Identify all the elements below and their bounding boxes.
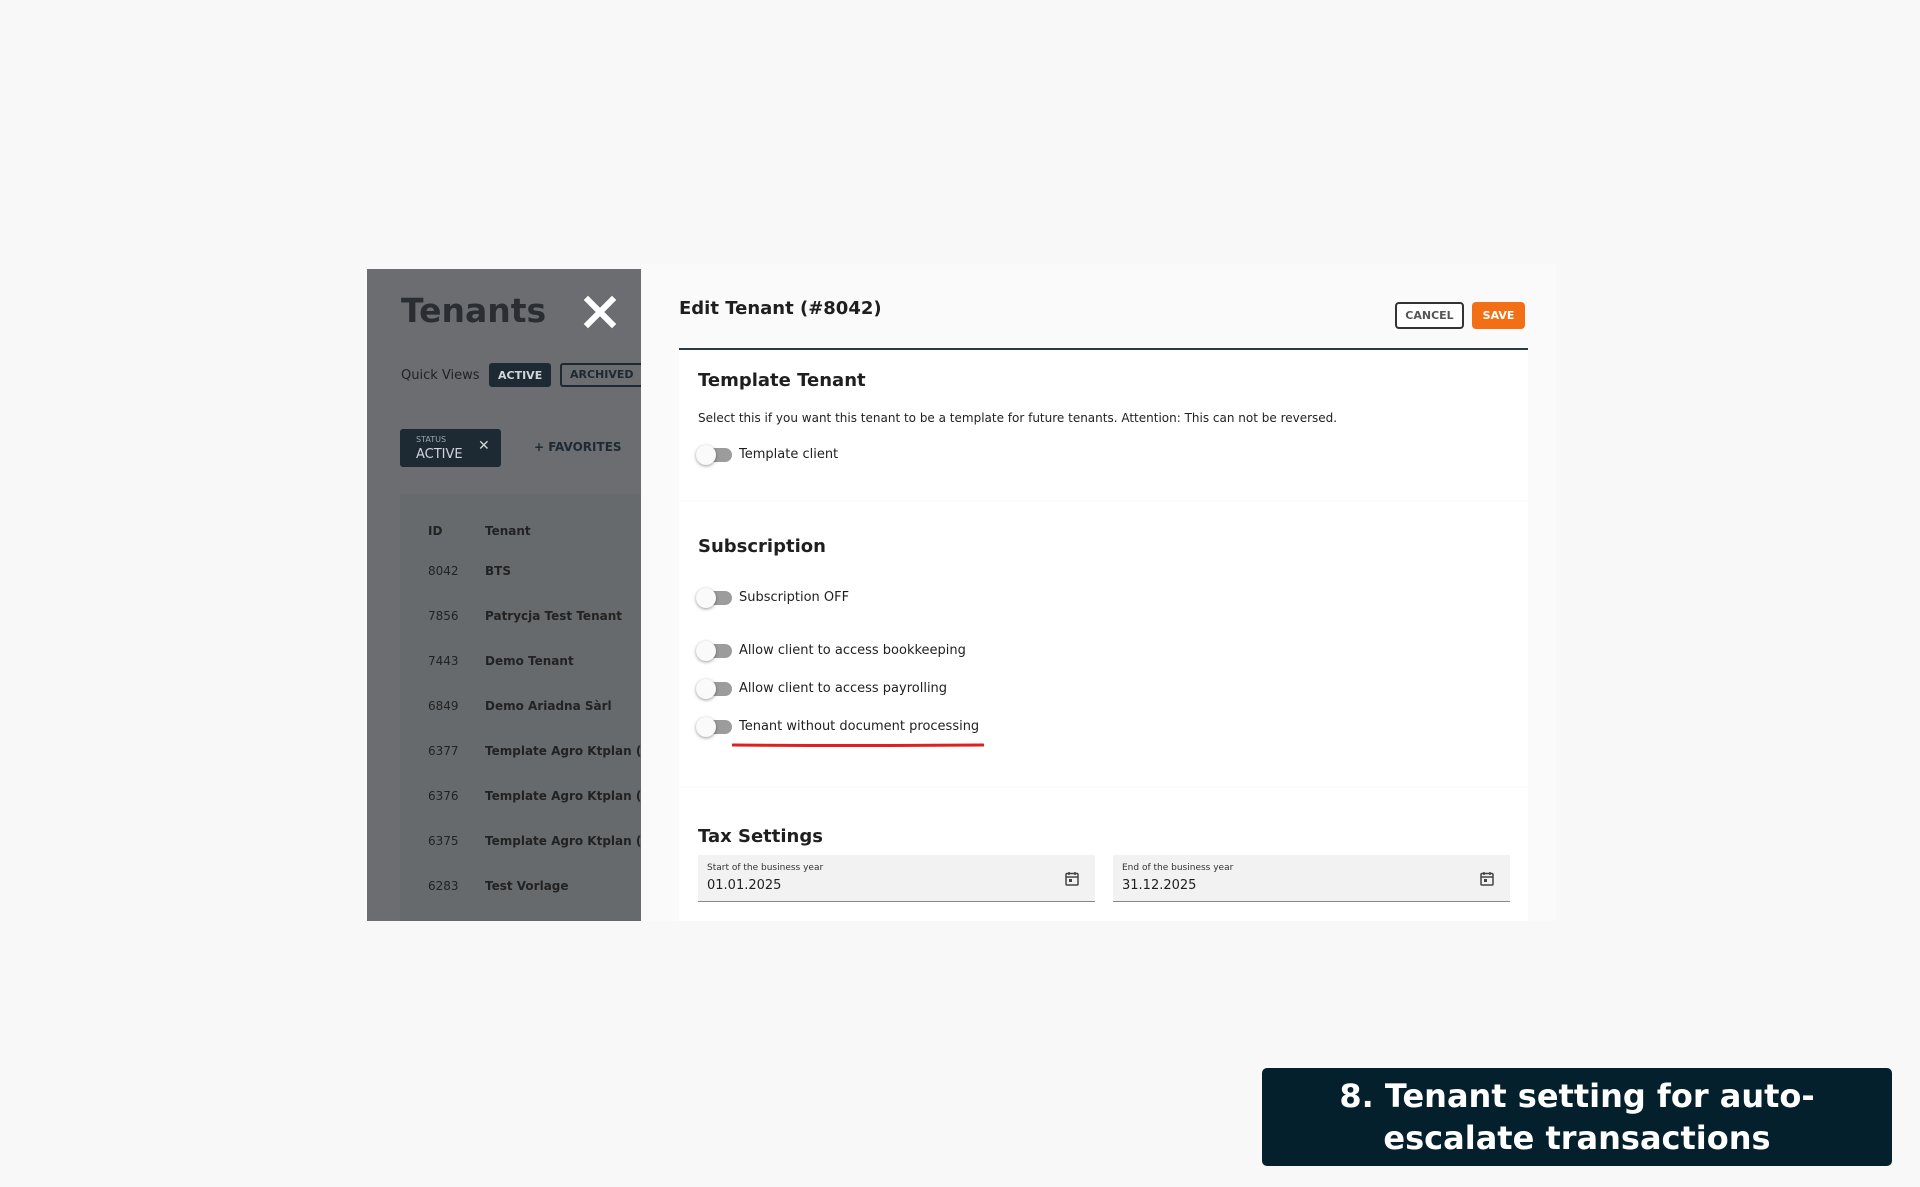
edit-tenant-panel: Edit Tenant (#8042) CANCEL SAVE Template… (641, 264, 1556, 921)
row-id: 7856 (428, 609, 459, 623)
table-row[interactable]: 6283 Test Vorlage (400, 865, 641, 910)
favorites-label: FAVORITES (548, 440, 622, 454)
status-filter-label: STATUS (416, 435, 447, 444)
calendar-icon[interactable] (1480, 871, 1494, 886)
remove-filter-icon[interactable]: ✕ (478, 438, 490, 454)
row-id: 7443 (428, 654, 459, 668)
template-tenant-heading: Template Tenant (698, 370, 866, 391)
edit-tenant-title: Edit Tenant (#8042) (679, 298, 882, 319)
save-button[interactable]: SAVE (1472, 302, 1525, 329)
row-id: 8042 (428, 564, 459, 578)
table-row[interactable]: 8042 BTS (400, 550, 641, 595)
row-name: Patrycja Test Tenant (485, 609, 622, 623)
row-name: Template Agro Ktplan (v.20 (485, 834, 641, 848)
row-name: Demo Tenant (485, 654, 574, 668)
status-filter-value: ACTIVE (416, 447, 463, 462)
quick-view-active-button[interactable]: ACTIVE (489, 363, 552, 387)
row-name: Test Vorlage (485, 879, 569, 893)
subscription-heading: Subscription (698, 536, 826, 557)
business-year-start-field[interactable]: Start of the business year 01.01.2025 (698, 855, 1095, 902)
template-tenant-description: Select this if you want this tenant to b… (698, 411, 1338, 425)
column-header-tenant: Tenant (485, 524, 531, 538)
quick-view-archived-button[interactable]: ARCHIVED (560, 363, 641, 387)
bookkeeping-label: Allow client to access bookkeeping (739, 643, 966, 658)
row-name: Template Agro Ktplan (v.20 (485, 789, 641, 803)
business-year-end-label: End of the business year (1122, 863, 1234, 873)
row-name: Demo Ariadna Sàrl (485, 699, 612, 713)
tenants-title: Tenants (401, 291, 547, 330)
favorites-button[interactable]: + FAVORITES (534, 440, 622, 454)
table-row[interactable]: 6377 Template Agro Ktplan (v.20 (400, 730, 641, 775)
row-name: Template Agro Ktplan (v.20 (485, 744, 641, 758)
row-id: 6377 (428, 744, 459, 758)
subscription-toggle[interactable] (696, 588, 732, 608)
business-year-start-label: Start of the business year (707, 863, 824, 873)
table-row[interactable]: 6849 Demo Ariadna Sàrl (400, 685, 641, 730)
template-client-label: Template client (739, 447, 839, 462)
plus-icon: + (534, 440, 549, 454)
document-processing-toggle[interactable] (696, 717, 732, 737)
close-icon[interactable] (583, 295, 617, 329)
tenants-table: ID Tenant 8042 BTS 7856 Patrycja Test Tena… (400, 494, 641, 921)
quick-views-label: Quick Views (401, 368, 480, 383)
status-filter-chip[interactable]: STATUS ACTIVE ✕ (400, 429, 501, 467)
row-id: 6283 (428, 879, 459, 893)
document-processing-label: Tenant without document processing (739, 719, 980, 734)
subscription-section: Subscription Subscription OFF Allow clie… (679, 501, 1528, 787)
business-year-start-value: 01.01.2025 (707, 878, 782, 893)
payrolling-toggle[interactable] (696, 679, 732, 699)
template-tenant-section: Template Tenant Select this if you want … (679, 350, 1528, 500)
step-caption: 8. Tenant setting for auto-escalate tran… (1262, 1068, 1892, 1166)
tax-settings-heading: Tax Settings (698, 826, 823, 847)
row-id: 6849 (428, 699, 459, 713)
row-id: 6375 (428, 834, 459, 848)
table-row[interactable]: 7443 Demo Tenant (400, 640, 641, 685)
template-client-toggle[interactable] (696, 445, 732, 465)
row-name: BTS (485, 564, 511, 578)
cancel-button[interactable]: CANCEL (1395, 302, 1464, 329)
column-header-id: ID (428, 524, 443, 538)
subscription-label: Subscription OFF (739, 590, 850, 605)
tenants-panel: Tenants Quick Views ACTIVE ARCHIVED STAT… (367, 269, 641, 921)
highlight-underline (732, 743, 984, 747)
row-id: 6376 (428, 789, 459, 803)
business-year-end-field[interactable]: End of the business year 31.12.2025 (1113, 855, 1510, 902)
table-row[interactable]: 6375 Template Agro Ktplan (v.20 (400, 820, 641, 865)
table-row[interactable]: 7856 Patrycja Test Tenant (400, 595, 641, 640)
bookkeeping-toggle[interactable] (696, 641, 732, 661)
payrolling-label: Allow client to access payrolling (739, 681, 948, 696)
business-year-end-value: 31.12.2025 (1122, 878, 1197, 893)
table-row[interactable]: 6376 Template Agro Ktplan (v.20 (400, 775, 641, 820)
calendar-icon[interactable] (1065, 871, 1079, 886)
